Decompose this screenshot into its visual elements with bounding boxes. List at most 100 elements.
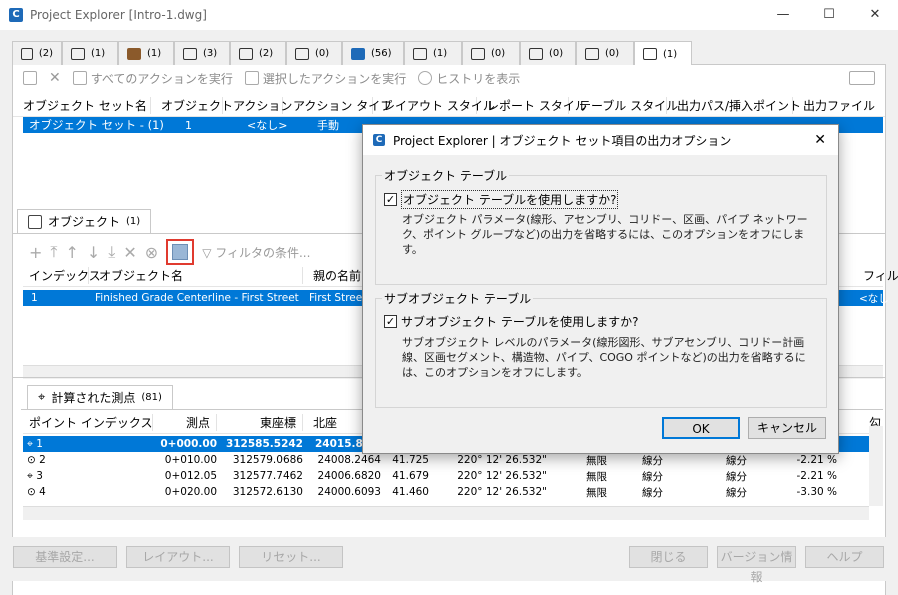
- remove-icon[interactable]: ✕: [123, 243, 136, 262]
- checkbox-label: サブオブジェクト テーブルを使用しますか?: [401, 315, 639, 329]
- filter-label: フィルタの条件...: [215, 245, 311, 260]
- table-row[interactable]: ⌖ 3 0+012.05 312577.7462 24006.6820 41.6…: [23, 468, 869, 484]
- use-subobject-table-checkbox[interactable]: ✓ サブオブジェクト テーブルを使用しますか?: [384, 313, 638, 330]
- point-radius: 無限: [586, 454, 607, 467]
- tab-object-sets[interactable]: (1): [634, 41, 692, 66]
- tab-grading[interactable]: (0): [576, 41, 634, 65]
- tab-profiles[interactable]: (1): [62, 41, 118, 65]
- columns-menu-icon[interactable]: [849, 71, 875, 85]
- points-tab[interactable]: ⌖ 計算された測点 (81): [27, 385, 173, 409]
- subobject-table-description: サブオブジェクト レベルのパラメータ(線形図形、サブアセンブリ、コリドー計画線、…: [402, 336, 806, 379]
- point-type-in: 線分: [642, 470, 663, 483]
- close-icon[interactable]: ✕: [814, 132, 826, 148]
- col-header[interactable]: 測点: [153, 414, 217, 431]
- clear-icon[interactable]: ⊗: [145, 243, 158, 262]
- point-type-out: 線分: [726, 470, 747, 483]
- objects-toolbar: + ⤒ ↑ ↓ ⤓ ✕ ⊗ ▽ フィルタの条件...: [29, 239, 310, 265]
- layout-button[interactable]: レイアウト...: [126, 546, 230, 568]
- checkbox-icon: ✓: [384, 193, 397, 206]
- points-hscrollbar[interactable]: [23, 506, 869, 520]
- move-bottom-icon[interactable]: ⤓: [108, 242, 115, 262]
- move-up-icon[interactable]: ↑: [65, 243, 78, 262]
- point-station: 0+020.00: [164, 486, 217, 498]
- delete-icon[interactable]: ✕: [49, 70, 61, 86]
- use-object-table-checkbox[interactable]: ✓ オブジェクト テーブルを使用しますか?: [384, 190, 619, 209]
- points-vscrollbar[interactable]: [869, 426, 883, 506]
- col-header[interactable]: ポイント インデックス: [23, 414, 153, 431]
- tab-points[interactable]: (56): [342, 41, 404, 65]
- objects-tab-label: オブジェクト: [48, 215, 121, 229]
- maximize-button[interactable]: ☐: [806, 0, 852, 30]
- info-icon: [418, 71, 433, 85]
- col-header[interactable]: アクション タイプ: [283, 97, 392, 114]
- run-all-button[interactable]: すべてのアクションを実行: [72, 70, 233, 87]
- col-header[interactable]: フィル: [853, 267, 898, 284]
- tab-count: (0): [549, 48, 564, 59]
- set-table-header: オブジェクト セット名 オブジェクト アクション アクション タイプ レイアウト…: [13, 95, 885, 117]
- pressure-icon: [471, 47, 485, 60]
- point-grade: -2.21 %: [796, 470, 837, 482]
- settings-button[interactable]: 基準設定...: [13, 546, 117, 568]
- point-row-icon: ⊙ 4: [27, 486, 46, 498]
- col-header[interactable]: インデックス: [23, 267, 101, 284]
- tab-sections[interactable]: (3): [174, 41, 230, 65]
- output-options-dialog: C Project Explorer | オブジェクト セット項目の出力オプショ…: [362, 124, 839, 454]
- point-type-in: 線分: [642, 454, 663, 467]
- table-row[interactable]: ⊙ 4 0+020.00 312572.6130 24000.6093 41.4…: [23, 484, 869, 500]
- close-window-button[interactable]: ✕: [852, 0, 898, 30]
- tab-featurelines[interactable]: (0): [286, 41, 342, 65]
- output-options-button[interactable]: [166, 239, 195, 265]
- tab-surfaces[interactable]: (2): [230, 41, 286, 65]
- col-header[interactable]: 北座: [303, 414, 363, 431]
- point-type-out: 線分: [726, 454, 747, 467]
- history-button[interactable]: ヒストリを表示: [418, 70, 520, 87]
- tab-count: (0): [491, 48, 506, 59]
- help-button[interactable]: ヘルプ: [805, 546, 884, 568]
- point-index: 4: [39, 486, 46, 498]
- point-radius: 無限: [586, 486, 607, 499]
- set-name: オブジェクト セット - (1): [29, 118, 164, 132]
- reset-button[interactable]: リセット...: [239, 546, 343, 568]
- section-icon: [183, 47, 197, 60]
- minimize-button[interactable]: —: [760, 0, 806, 30]
- add-icon[interactable]: +: [29, 243, 42, 262]
- col-header[interactable]: オブジェクト名: [89, 267, 303, 284]
- col-header[interactable]: 出力パス/挿入ポイント: [667, 97, 801, 114]
- point-index: 1: [36, 437, 43, 450]
- tab-count: (56): [371, 48, 392, 59]
- tab-count: (1): [91, 48, 106, 59]
- col-header[interactable]: 東座標: [217, 414, 303, 431]
- move-top-icon[interactable]: ⤒: [50, 242, 57, 262]
- close-button[interactable]: 閉じる: [629, 546, 708, 568]
- point-elevation: 41.725: [392, 454, 429, 466]
- tab-pressure[interactable]: (0): [462, 41, 520, 65]
- object-filter-value: <なし: [859, 292, 889, 305]
- object-name: Finished Grade Centerline - First Street: [95, 292, 299, 304]
- col-header[interactable]: オブジェクト: [151, 97, 233, 114]
- col-header[interactable]: テーブル スタイル: [569, 97, 678, 114]
- point-row-icon: ⊙ 2: [27, 454, 46, 466]
- tab-alignments[interactable]: (2): [12, 41, 62, 65]
- run-selected-label: 選択したアクションを実行: [262, 71, 407, 86]
- col-header[interactable]: アクション: [223, 97, 292, 114]
- run-selected-button[interactable]: 選択したアクションを実行: [244, 70, 407, 87]
- group-legend: サブオブジェクト テーブル: [382, 290, 534, 307]
- window-title: Project Explorer [Intro-1.dwg]: [30, 8, 207, 22]
- ok-button[interactable]: OK: [662, 417, 740, 439]
- col-header[interactable]: 出力ファイル: [793, 97, 875, 114]
- tab-assemblies[interactable]: (0): [520, 41, 576, 65]
- col-header[interactable]: レイアウト スタイル: [373, 97, 495, 114]
- move-down-icon[interactable]: ↓: [87, 243, 100, 262]
- checkbox-label: オブジェクト テーブルを使用しますか?: [401, 190, 619, 209]
- new-set-icon[interactable]: [23, 71, 37, 85]
- col-header[interactable]: オブジェクト セット名: [13, 97, 151, 114]
- cancel-button[interactable]: キャンセル: [748, 417, 826, 439]
- objects-tab[interactable]: オブジェクト (1): [17, 209, 152, 233]
- point-index: 3: [36, 469, 43, 482]
- tab-pipes[interactable]: (1): [404, 41, 462, 65]
- col-header[interactable]: レポート スタイル: [477, 97, 587, 114]
- version-button[interactable]: バージョン情報: [717, 546, 796, 584]
- filter-button[interactable]: ▽ フィルタの条件...: [202, 244, 310, 261]
- tab-corridors[interactable]: (1): [118, 41, 174, 65]
- table-row[interactable]: ⊙ 2 0+010.00 312579.0686 24008.2464 41.7…: [23, 452, 869, 468]
